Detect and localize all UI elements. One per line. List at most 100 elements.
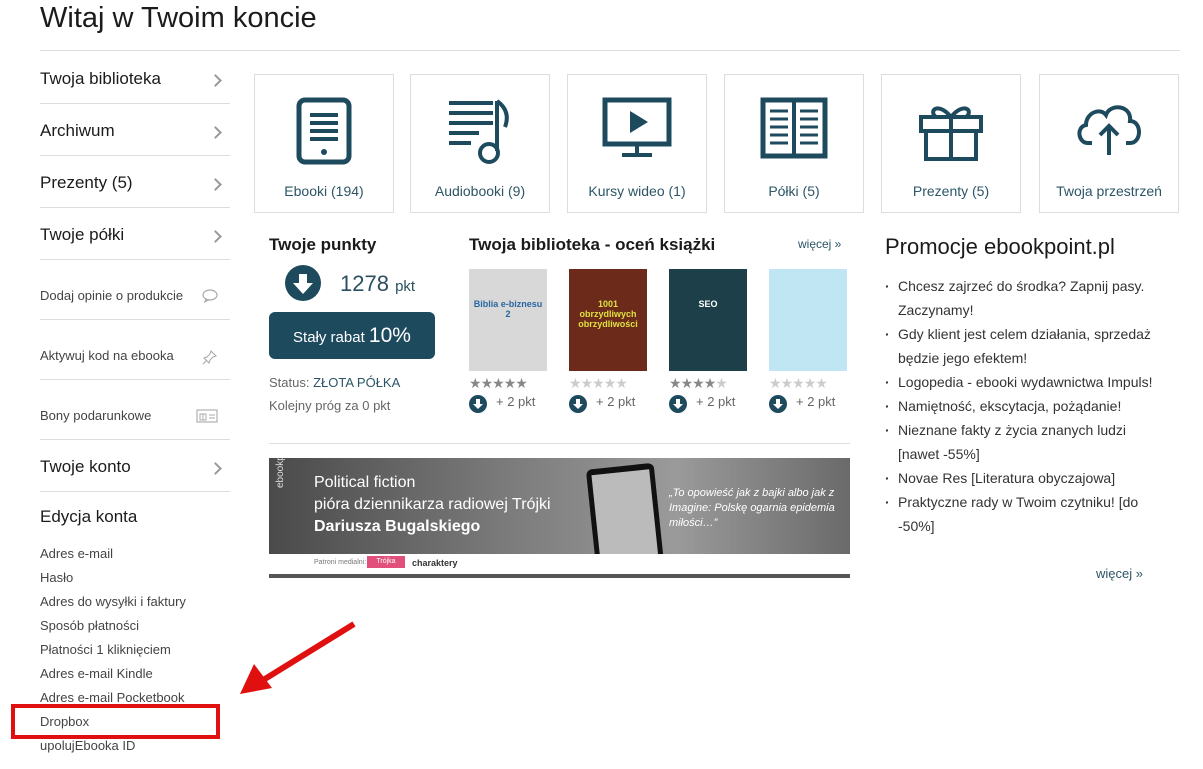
sidebar-item-library[interactable]: Twoja biblioteka [40, 52, 230, 104]
sidebar-item-label: Prezenty (5) [40, 173, 133, 192]
banner-brand: ebookpoint® [275, 458, 286, 488]
library-divider [269, 443, 850, 444]
library-title: Twoja biblioteka - oceń książki [469, 235, 716, 254]
star-icon[interactable]: ★ [804, 375, 817, 391]
cloud-upload-icon [1077, 105, 1141, 155]
star-icon[interactable]: ★ [569, 375, 582, 391]
star-icon[interactable]: ★ [704, 375, 717, 391]
tile-your-space[interactable]: Twoja przestrzeń [1039, 74, 1179, 213]
link-one-click-payments[interactable]: Płatności 1 kliknięciem [40, 639, 186, 663]
sidebar: Twoja biblioteka Archiwum Prezenty (5) T… [40, 52, 230, 492]
star-icon[interactable]: ★ [669, 375, 682, 391]
link-password[interactable]: Hasło [40, 567, 186, 591]
book-points: + 2 pkt [769, 392, 847, 414]
star-icon[interactable]: ★ [681, 375, 694, 391]
sidebar-item-label: Twoja biblioteka [40, 69, 161, 88]
book-points: + 2 pkt [469, 392, 547, 414]
star-icon[interactable]: ★ [469, 375, 482, 391]
library-more-link[interactable]: więcej » [798, 237, 841, 251]
book-cover[interactable]: SEO [669, 269, 747, 371]
sidebar-item-shelves[interactable]: Twoje półki [40, 208, 230, 260]
status-value[interactable]: ZŁOTA PÓŁKA [313, 375, 400, 390]
star-rating[interactable]: ★★★★★ [769, 374, 847, 392]
star-icon[interactable]: ★ [692, 375, 705, 391]
promotions-more-link[interactable]: więcej » [1096, 566, 1143, 581]
book-item: SEO ★★★★★ + 2 pkt [669, 269, 747, 414]
star-icon[interactable]: ★ [815, 375, 828, 391]
chevron-right-icon [209, 126, 222, 139]
promotions-title: Promocje ebookpoint.pl [885, 234, 1115, 259]
star-icon[interactable]: ★ [604, 375, 617, 391]
tile-gifts[interactable]: Prezenty (5) [881, 74, 1021, 213]
shelves-icon [760, 97, 828, 159]
sidebar-item-archive[interactable]: Archiwum [40, 104, 230, 156]
sidebar-item-account[interactable]: Twoje konto [40, 440, 230, 492]
chevron-right-icon [209, 230, 222, 243]
book-item: ★★★★★ + 2 pkt [769, 269, 847, 414]
tile-label: Kursy wideo (1) [588, 183, 686, 199]
sidebar-item-label: Aktywuj kod na ebooka [40, 348, 174, 363]
promo-item[interactable]: Chcesz zajrzeć do środka? Zapnij pasy. Z… [885, 274, 1160, 322]
promo-banner[interactable]: ebookpoint® Political fiction pióra dzie… [269, 458, 850, 578]
link-payment-method[interactable]: Sposób płatności [40, 615, 186, 639]
link-email[interactable]: Adres e-mail [40, 543, 186, 567]
chevron-right-icon [209, 462, 222, 475]
star-icon[interactable]: ★ [481, 375, 494, 391]
star-icon[interactable]: ★ [781, 375, 794, 391]
promo-item[interactable]: Gdy klient jest celem działania, sprzeda… [885, 322, 1160, 370]
banner-line1: Political fiction [314, 474, 416, 491]
chevron-right-icon [209, 178, 222, 191]
sidebar-item-gift-cards[interactable]: Bony podarunkowe [40, 380, 230, 440]
promo-item[interactable]: Nieznane fakty z życia znanych ludzi [na… [885, 418, 1160, 466]
tile-label: Ebooki (194) [284, 183, 364, 199]
star-icon[interactable]: ★ [615, 375, 628, 391]
book-points: + 2 pkt [669, 392, 747, 414]
book-cover[interactable] [769, 269, 847, 371]
link-shipping-address[interactable]: Adres do wysyłki i faktury [40, 591, 186, 615]
charaktery-logo: charaktery [412, 558, 458, 568]
sidebar-item-activate-code[interactable]: Aktywuj kod na ebooka [40, 320, 230, 380]
link-kindle-email[interactable]: Adres e-mail Kindle [40, 663, 186, 687]
sidebar-item-gifts[interactable]: Prezenty (5) [40, 156, 230, 208]
account-edit-heading: Edycja konta [40, 507, 138, 526]
promo-item[interactable]: Novae Res [Literatura obyczajowa] [885, 466, 1160, 490]
dropbox-highlight-box [11, 704, 220, 739]
star-icon[interactable]: ★ [769, 375, 782, 391]
tile-audiobooks[interactable]: Audiobooki (9) [410, 74, 550, 213]
star-icon[interactable]: ★ [515, 375, 528, 391]
promotions-list: Chcesz zajrzeć do środka? Zapnij pasy. Z… [885, 274, 1160, 538]
tile-shelves[interactable]: Półki (5) [724, 74, 864, 213]
promo-item[interactable]: Namiętność, ekscytacja, pożądanie! [885, 394, 1160, 418]
trojka-logo: Trójka [367, 556, 405, 568]
star-icon[interactable]: ★ [581, 375, 594, 391]
promo-item[interactable]: Logopedia - ebooki wydawnictwa Impuls! [885, 370, 1160, 394]
sidebar-item-label: Twoje półki [40, 225, 125, 244]
sidebar-item-label: Dodaj opinie o produkcie [40, 288, 184, 303]
tile-label: Twoja przestrzeń [1056, 183, 1162, 199]
sidebar-item-label: Archiwum [40, 121, 115, 140]
star-rating[interactable]: ★★★★★ [669, 374, 747, 392]
star-icon[interactable]: ★ [492, 375, 505, 391]
ebook-icon [296, 97, 352, 165]
banner-line3: Dariusza Bugalskiego [314, 518, 481, 535]
tile-ebooks[interactable]: Ebooki (194) [254, 74, 394, 213]
star-icon[interactable]: ★ [592, 375, 605, 391]
download-circle-icon [769, 395, 787, 413]
star-icon[interactable]: ★ [715, 375, 728, 391]
download-circle-icon [569, 395, 587, 413]
star-rating[interactable]: ★★★★★ [469, 374, 547, 392]
book-cover[interactable]: 1001 obrzydliwych obrzydliwości [569, 269, 647, 371]
star-rating[interactable]: ★★★★★ [569, 374, 647, 392]
permanent-discount-button[interactable]: Stały rabat 10% [269, 312, 435, 359]
tile-video-courses[interactable]: Kursy wideo (1) [567, 74, 707, 213]
sidebar-item-label: Bony podarunkowe [40, 408, 152, 423]
star-icon[interactable]: ★ [504, 375, 517, 391]
book-cover[interactable]: Biblia e-biznesu 2 [469, 269, 547, 371]
status-line: Status: ZŁOTA PÓŁKA [269, 375, 401, 390]
sidebar-item-add-review[interactable]: Dodaj opinie o produkcie [40, 260, 230, 320]
promo-item[interactable]: Praktyczne rady w Twoim czytniku! [do -5… [885, 490, 1160, 538]
star-icon[interactable]: ★ [792, 375, 805, 391]
video-icon [602, 97, 672, 157]
gift-icon [919, 106, 983, 161]
page-title: Witaj w Twoim koncie [40, 2, 317, 34]
